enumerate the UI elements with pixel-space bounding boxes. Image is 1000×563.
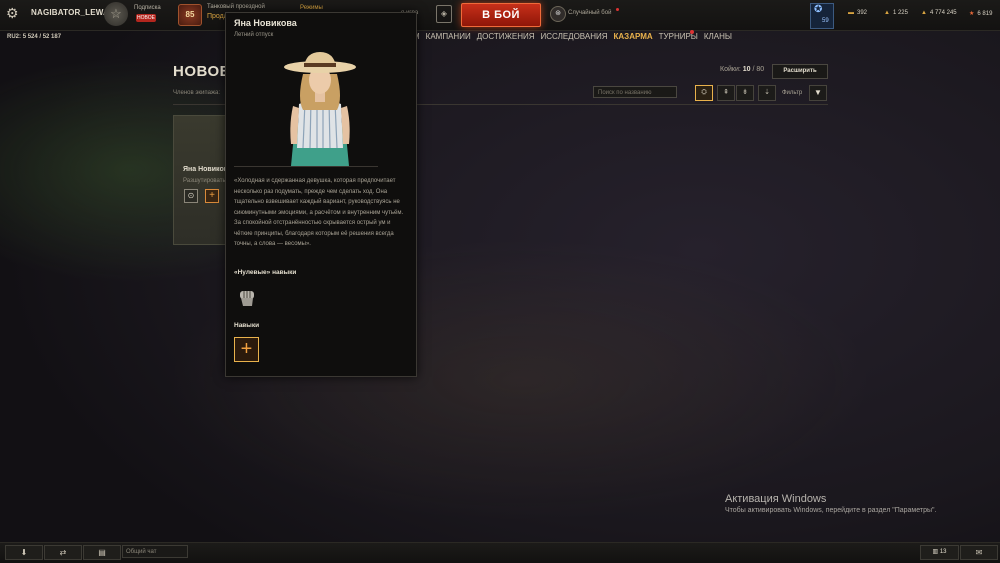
skills-title: Навыки xyxy=(234,322,260,329)
tank-pass-title[interactable]: Танковый проездной xyxy=(207,4,265,10)
nav-item-barracks[interactable]: КАЗАРМА xyxy=(614,32,653,46)
currency-value: 4 774 245 xyxy=(929,10,957,16)
filter-all-crew-button[interactable]: ⛭ xyxy=(695,85,713,101)
download-icon[interactable]: ⬇ xyxy=(5,545,43,560)
message-icon[interactable]: ✉ xyxy=(960,545,998,560)
crew-card-plus-icon[interactable]: + xyxy=(205,189,219,203)
star-icon[interactable]: ☆ xyxy=(104,2,128,26)
currency-bonds[interactable]: ▬ 392 xyxy=(848,10,867,16)
premium-icon: ✪ xyxy=(814,4,823,15)
zero-skills-title: «Нулевые» навыки xyxy=(234,269,297,276)
bunks-value: 10 xyxy=(742,66,751,73)
premium-days-count: 59 xyxy=(822,18,829,24)
notifications-button[interactable]: ▥ 13 xyxy=(920,545,959,560)
bunks-readout: Койки: 10 / 80 xyxy=(720,66,764,73)
windows-activation-title: Активация Windows xyxy=(725,493,827,505)
rating-readout: RU2: 5 524 / 52 187 xyxy=(7,34,62,40)
windows-activation-subtitle: Чтобы активировать Windows, перейдите в … xyxy=(725,507,937,514)
handshake-icon[interactable]: ⇄ xyxy=(44,545,82,560)
page-title: НОВОБ xyxy=(173,63,231,80)
tooltip-description: «Холодная и сдержанная девушка, которая … xyxy=(234,178,404,247)
nav-item-research[interactable]: ИССЛЕДОВАНИЯ xyxy=(541,32,608,46)
rating-value: 5 524 xyxy=(22,34,38,40)
currency-credits[interactable]: ▲ 4 774 245 xyxy=(921,10,957,16)
bond-icon: ▬ xyxy=(848,10,854,16)
battle-button[interactable]: В БОЙ xyxy=(461,3,541,27)
currency-value: 6 819 xyxy=(977,11,993,17)
free-xp-icon: ★ xyxy=(969,11,975,17)
nav-item-clans[interactable]: КЛАНЫ xyxy=(704,32,732,46)
divider xyxy=(234,166,378,167)
search-input[interactable]: Поиск по названию xyxy=(593,86,677,98)
rating-total: 52 187 xyxy=(42,34,62,40)
player-name[interactable]: NAGIBATOR_LEWA xyxy=(31,8,109,17)
filter-dismissed-button[interactable]: ⇣ xyxy=(758,85,776,101)
nav-item-achievements[interactable]: ДОСТИЖЕНИЯ xyxy=(477,32,535,46)
gold-icon: ▲ xyxy=(884,10,890,16)
chat-input[interactable]: Общий чат xyxy=(122,545,188,558)
crew-card-status: Разшутировать xyxy=(183,178,226,184)
filter-label: Фильтр xyxy=(782,90,803,96)
currency-gold[interactable]: ▲ 1 225 xyxy=(884,10,908,16)
nav-item-tournaments[interactable]: ТУРНИРЫ xyxy=(659,32,698,46)
filter-funnel-icon[interactable]: ▼ xyxy=(809,85,827,101)
tank-pass-level-badge[interactable]: 85 xyxy=(178,4,202,26)
credits-icon: ▲ xyxy=(921,10,927,16)
notifications-count: 13 xyxy=(939,549,947,555)
modes-label[interactable]: Режимы xyxy=(300,5,323,11)
battle-type-icon[interactable]: ⊛ xyxy=(550,6,566,22)
battle-type-label[interactable]: Случайный бой xyxy=(568,10,611,16)
rating-prefix: RU2: xyxy=(7,34,22,40)
add-skill-icon[interactable]: + xyxy=(234,337,259,362)
currency-free-xp[interactable]: ★ 6 819 xyxy=(969,10,992,17)
subscription-label[interactable]: Подписка xyxy=(134,5,161,11)
new-badge: НОВОЕ xyxy=(136,14,156,22)
bunks-label: Койки: xyxy=(720,66,741,73)
shield-icon[interactable]: ◈ xyxy=(436,5,452,23)
tournaments-notification-dot xyxy=(690,30,694,34)
notification-dot xyxy=(616,8,619,11)
crew-count-label: Членов экипажа: xyxy=(173,90,220,96)
bunks-total: / 80 xyxy=(752,66,765,73)
tooltip-status: Летний отпуск xyxy=(234,32,274,38)
expand-button[interactable]: Расширить xyxy=(772,64,828,79)
fist-skill-icon xyxy=(240,291,254,306)
tooltip-name: Яна Новикова xyxy=(234,18,297,28)
crew-card-assign-icon[interactable]: ⊙ xyxy=(184,189,198,203)
filter-rank-button[interactable]: ⇞ xyxy=(717,85,735,101)
main-nav: М КАМПАНИИ ДОСТИЖЕНИЯ ИССЛЕДОВАНИЯ КАЗАР… xyxy=(413,32,732,46)
bar-chart-icon: ▥ xyxy=(932,549,939,555)
currency-value: 1 225 xyxy=(892,10,908,16)
nav-item-campaigns[interactable]: КАМПАНИИ xyxy=(426,32,471,46)
crew-portrait xyxy=(275,44,365,166)
filter-rank-2-button[interactable]: ⇟ xyxy=(736,85,754,101)
gear-icon[interactable]: ⚙ xyxy=(6,6,20,20)
chat-bubbles-icon[interactable]: ▤ xyxy=(83,545,121,560)
currency-value: 392 xyxy=(857,10,868,16)
